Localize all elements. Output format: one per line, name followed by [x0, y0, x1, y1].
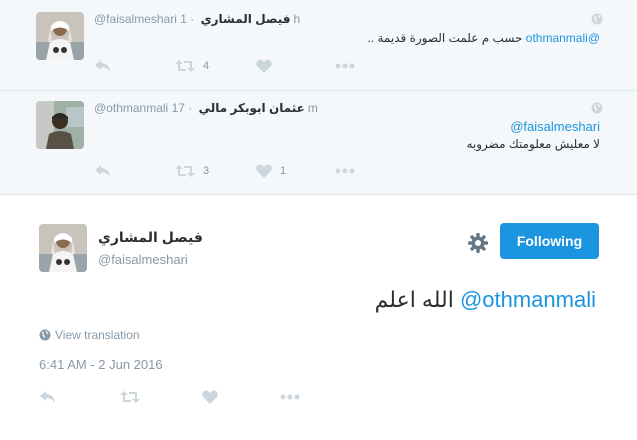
globe-icon	[591, 102, 603, 114]
reply-icon	[40, 391, 55, 403]
mention-link[interactable]: @othmanmali	[460, 287, 596, 312]
following-button[interactable]: Following	[500, 223, 599, 259]
tweet-text: @othmanmali حسب م علمت الصورة قديمة ..	[367, 31, 600, 45]
retweet-icon	[120, 391, 140, 403]
retweet-count: 3	[203, 165, 210, 177]
more-button[interactable]	[335, 163, 355, 179]
like-count: 1	[280, 165, 287, 177]
reply-icon	[95, 60, 110, 72]
like-button[interactable]	[256, 58, 272, 74]
globe-icon	[591, 13, 603, 25]
tweet-header: @othmanmali عثمان ابوبكر مالي · 17m	[94, 101, 318, 115]
retweet-icon	[175, 165, 195, 177]
heart-icon	[202, 390, 218, 404]
reply-tweet-1: @faisalmeshari فيصل المشاري · 1h @othman…	[0, 0, 637, 91]
view-translation-label: View translation	[55, 328, 140, 342]
user-fullname[interactable]: فيصل المشاري	[98, 229, 203, 246]
reply-button[interactable]	[94, 58, 111, 74]
tweet-body: حسب م علمت الصورة قديمة ..	[367, 31, 523, 45]
more-button[interactable]	[335, 58, 355, 74]
mention-link[interactable]: @faisalmeshari	[510, 119, 600, 134]
retweet-icon	[175, 60, 195, 72]
retweet-button[interactable]: 4	[175, 58, 209, 74]
permalink-tweet: فيصل المشاري @faisalmeshari Following ال…	[0, 195, 637, 440]
user-handle[interactable]: @faisalmeshari	[98, 252, 188, 267]
more-icon	[280, 394, 300, 400]
tweet-timestamp[interactable]: 6:41 AM - 2 Jun 2016	[39, 357, 163, 372]
heart-icon	[256, 59, 272, 73]
avatar[interactable]	[36, 101, 84, 149]
retweet-button[interactable]: 3	[175, 163, 209, 179]
tweet-header: @faisalmeshari فيصل المشاري · 1h	[94, 12, 300, 26]
retweet-button[interactable]	[120, 389, 140, 405]
like-button[interactable]: 1	[256, 163, 286, 179]
mention-link[interactable]: @othmanmali	[526, 31, 600, 45]
avatar[interactable]	[39, 224, 87, 272]
tweet-body: الله اعلم	[374, 287, 454, 312]
tweet-body: لا معليش معلومتك مضروبه	[466, 137, 600, 151]
reply-button[interactable]	[94, 163, 111, 179]
reply-button[interactable]	[39, 389, 56, 405]
reply-icon	[95, 165, 110, 177]
user-fullname[interactable]: فيصل المشاري	[201, 12, 291, 26]
like-button[interactable]	[202, 389, 218, 405]
globe-icon	[39, 329, 51, 341]
more-button[interactable]	[280, 389, 300, 405]
avatar[interactable]	[36, 12, 84, 60]
retweet-count: 4	[203, 60, 210, 72]
view-translation-link[interactable]: View translation	[39, 328, 140, 342]
tweet-text: الله اعلم @othmanmali	[375, 287, 596, 313]
user-handle[interactable]: @faisalmeshari	[94, 12, 177, 26]
user-fullname[interactable]: عثمان ابوبكر مالي	[199, 101, 305, 115]
more-icon	[335, 168, 355, 174]
more-icon	[335, 63, 355, 69]
reply-tweet-2: @othmanmali عثمان ابوبكر مالي · 17m @fai…	[0, 91, 637, 195]
gear-icon[interactable]	[467, 232, 489, 254]
heart-icon	[256, 164, 272, 178]
user-handle[interactable]: @othmanmali	[94, 101, 168, 115]
